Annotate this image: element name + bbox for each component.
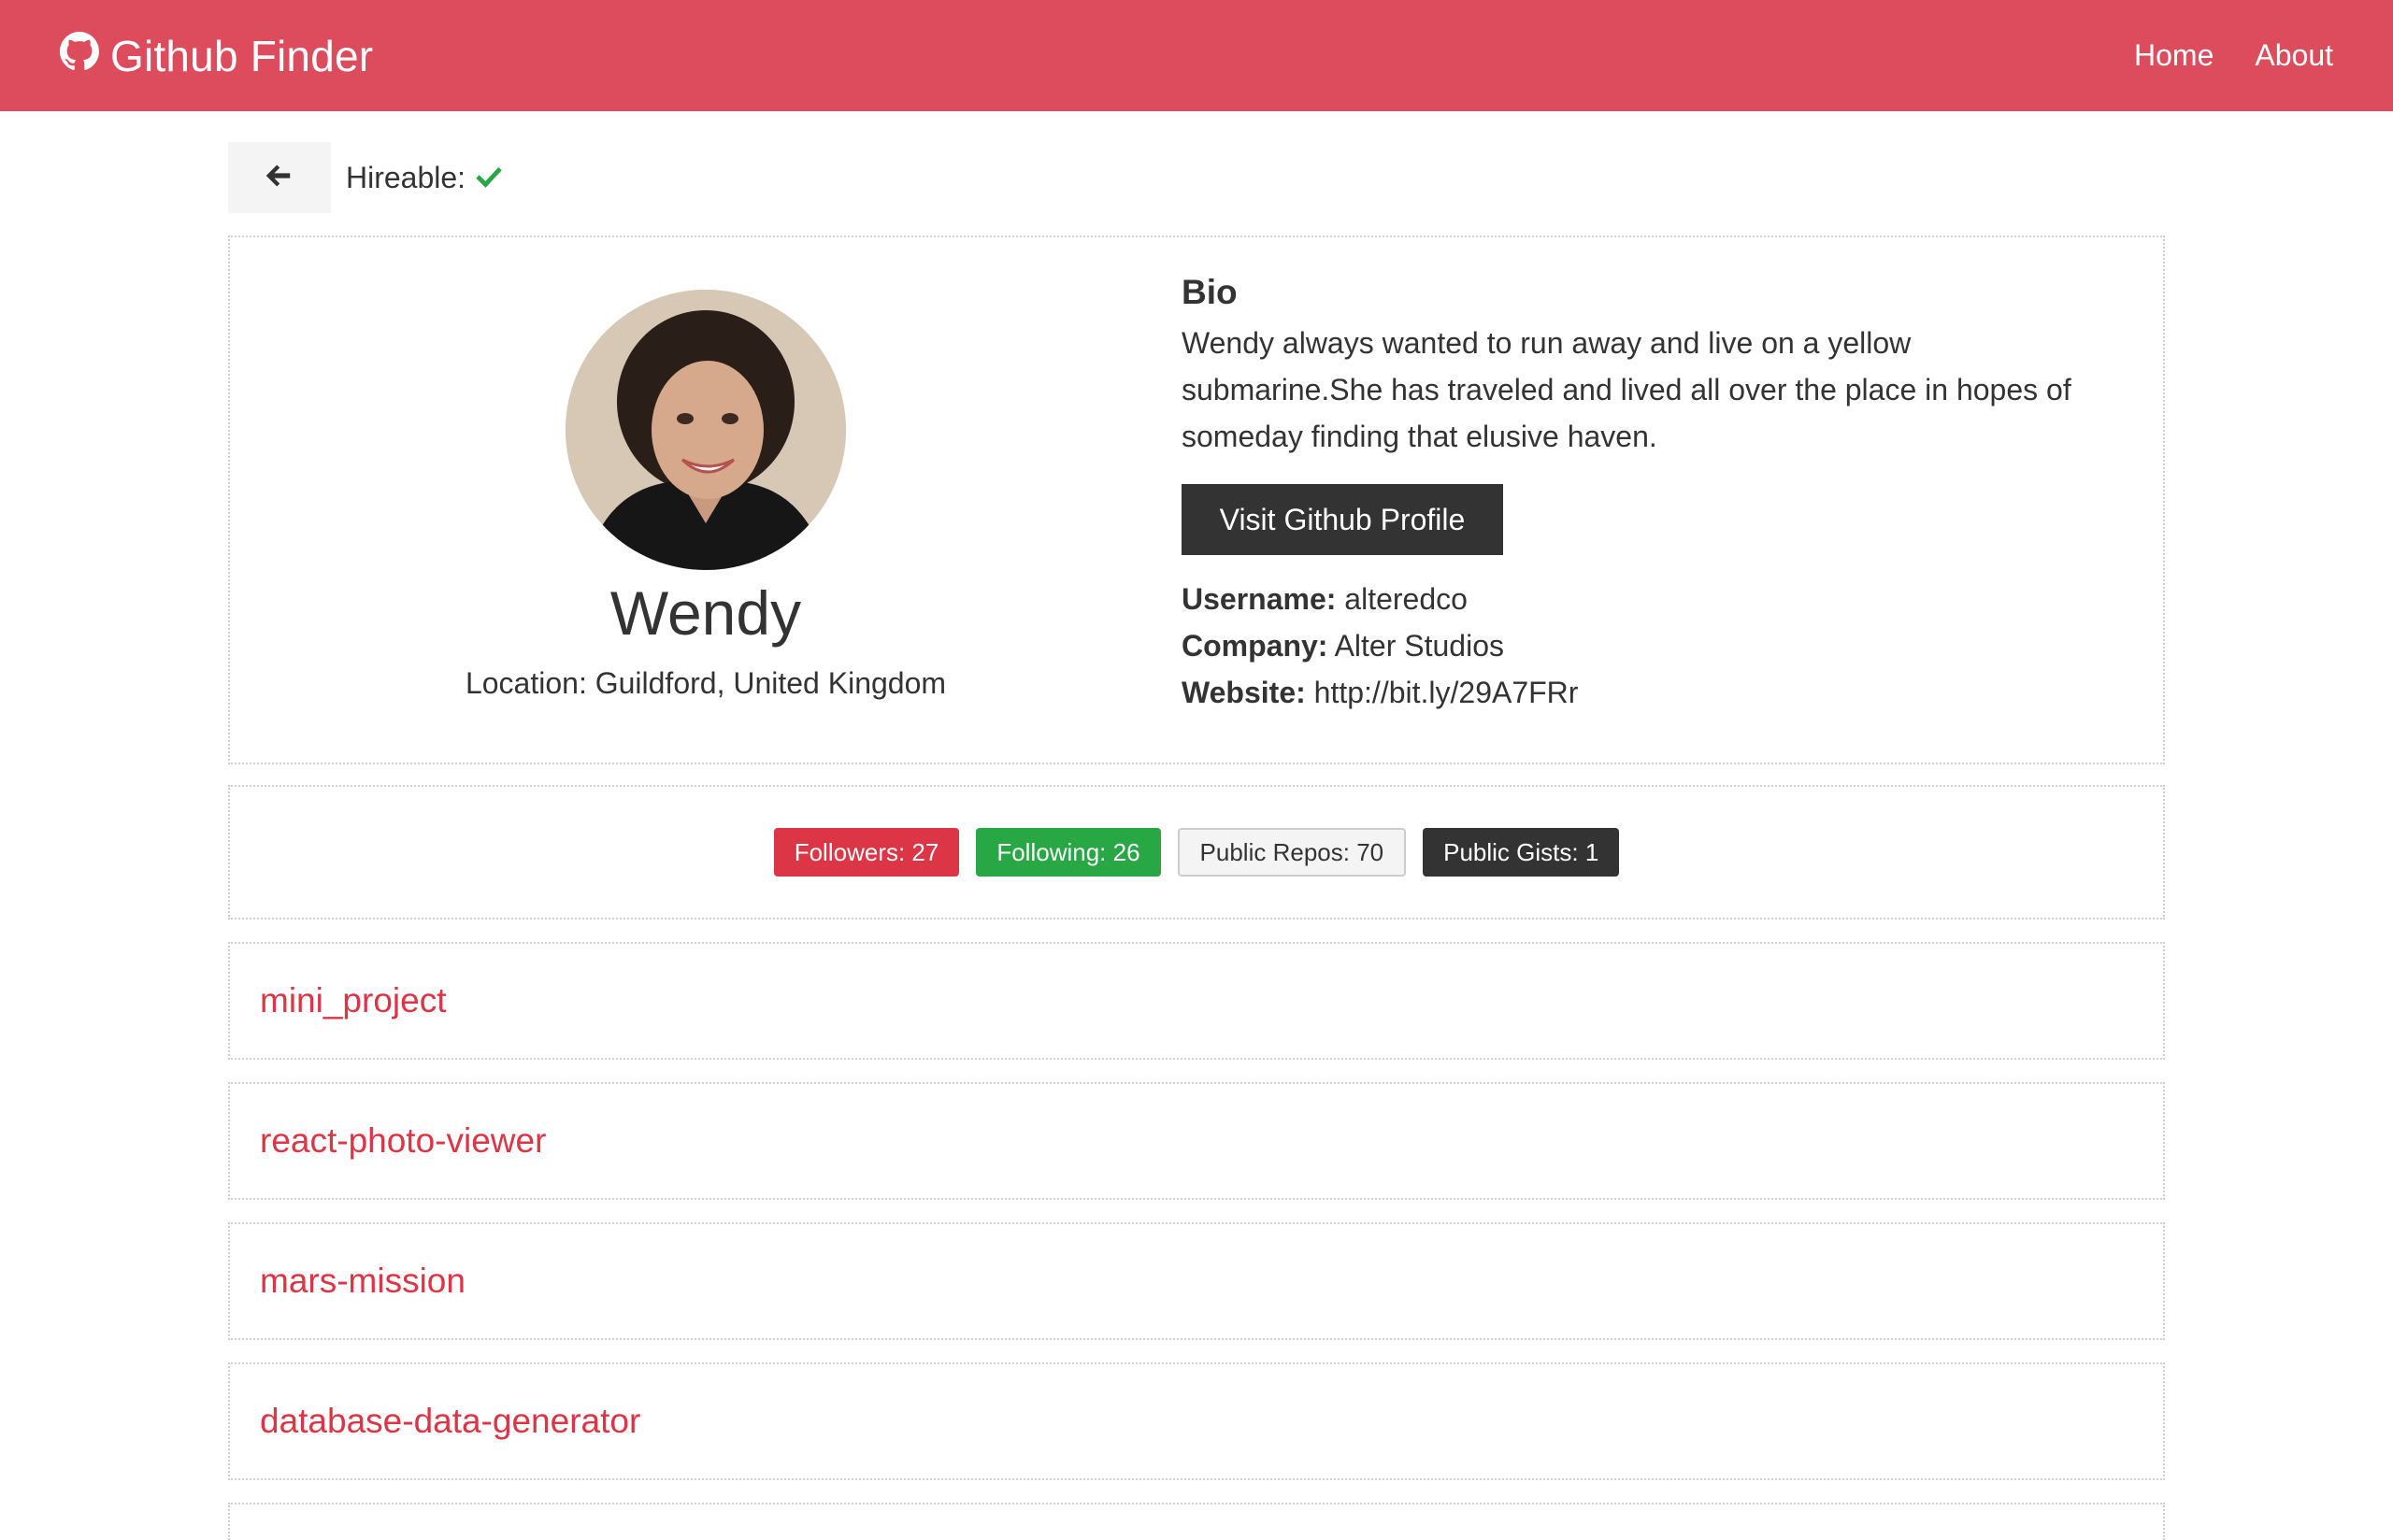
- check-icon: [466, 161, 503, 195]
- brand-title: Github Finder: [110, 31, 374, 80]
- public-repos-badge: Public Repos: 70: [1177, 828, 1407, 877]
- followers-badge: Followers: 27: [773, 828, 960, 877]
- bio-text: Wendy always wanted to run away and live…: [1182, 326, 2071, 453]
- profile-summary: Wendy Location: Guildford, United Kingdo…: [230, 237, 1182, 763]
- profile-card: Wendy Location: Guildford, United Kingdo…: [228, 235, 2165, 764]
- main-container: Hireable: Wendy Location: Guildford, Uni…: [228, 142, 2165, 1540]
- company-row: Company: Alter Studios: [1182, 622, 2107, 669]
- username-row: Username: alteredco: [1182, 576, 2107, 622]
- hireable-status: Hireable:: [346, 161, 503, 195]
- website-label: Website:: [1182, 676, 1306, 709]
- nav-links: Home About: [2134, 38, 2333, 73]
- repo-item: mini_project: [228, 942, 2165, 1060]
- username-label: Username:: [1182, 582, 1337, 616]
- stats-card: Followers: 27 Following: 26 Public Repos…: [228, 785, 2165, 920]
- following-badge: Following: 26: [976, 828, 1161, 877]
- repo-link[interactable]: mars-mission: [260, 1262, 466, 1301]
- repo-item: react-photo-viewer: [228, 1082, 2165, 1200]
- navbar: Github Finder Home About: [0, 0, 2393, 111]
- avatar: [566, 290, 846, 570]
- repo-link[interactable]: react-photo-viewer: [260, 1121, 546, 1161]
- repo-item-partial: [228, 1503, 2165, 1540]
- bio-title: Bio: [1182, 273, 1238, 311]
- company-value: Alter Studios: [1334, 629, 1504, 663]
- hireable-label: Hireable:: [346, 160, 466, 194]
- top-row: Hireable:: [228, 142, 2165, 213]
- website-row: Website: http://bit.ly/29A7FRr: [1182, 669, 2107, 716]
- public-gists-badge: Public Gists: 1: [1423, 828, 1620, 877]
- nav-link-home[interactable]: Home: [2134, 38, 2214, 73]
- company-label: Company:: [1182, 629, 1328, 663]
- arrow-left-icon: [265, 162, 294, 194]
- website-value: http://bit.ly/29A7FRr: [1313, 676, 1579, 709]
- nav-link-about[interactable]: About: [2255, 38, 2333, 73]
- repo-link[interactable]: database-data-generator: [260, 1402, 640, 1441]
- username-value: alteredco: [1344, 582, 1468, 616]
- repo-item: mars-mission: [228, 1222, 2165, 1340]
- back-button[interactable]: [228, 142, 331, 213]
- repo-item: database-data-generator: [228, 1362, 2165, 1480]
- profile-details: Bio Wendy always wanted to run away and …: [1182, 237, 2163, 763]
- user-info-list: Username: alteredco Company: Alter Studi…: [1182, 576, 2107, 716]
- github-icon: [60, 31, 110, 81]
- brand[interactable]: Github Finder: [60, 31, 373, 81]
- user-location: Location: Guildford, United Kingdom: [465, 666, 947, 701]
- visit-github-profile-button[interactable]: Visit Github Profile: [1182, 484, 1503, 555]
- repo-link[interactable]: mini_project: [260, 981, 446, 1020]
- user-name: Wendy: [609, 578, 802, 648]
